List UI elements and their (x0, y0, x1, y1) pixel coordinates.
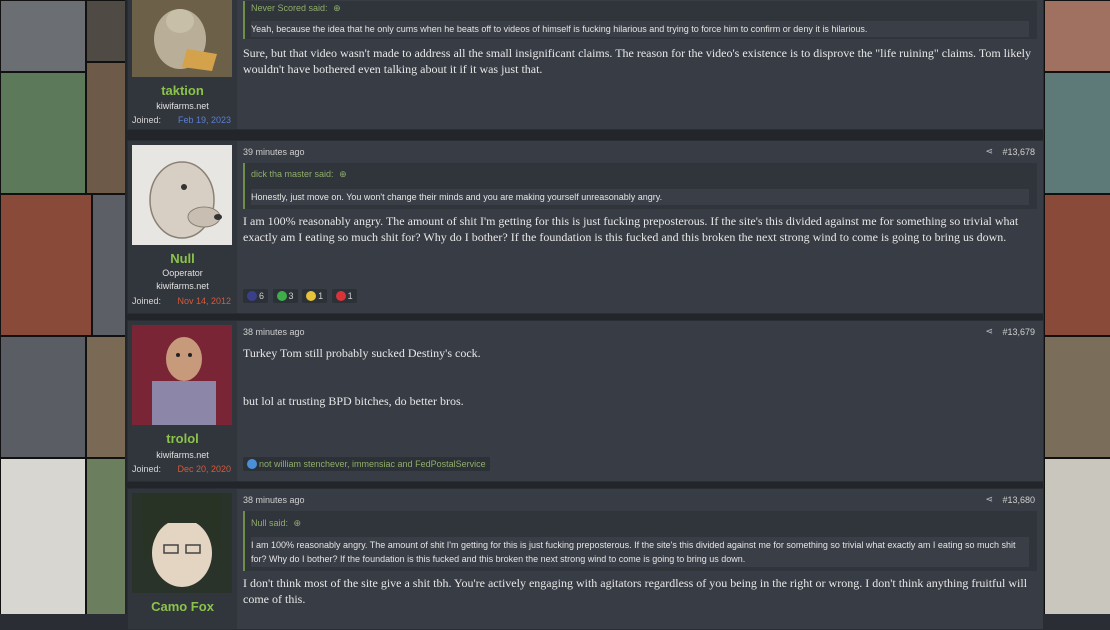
background-comic-right (1044, 0, 1110, 614)
post-number[interactable]: #13,680 (1002, 495, 1035, 505)
user-panel: Null Ooperator kiwifarms.net Joined: Nov… (128, 141, 237, 313)
reactions-bar[interactable]: not william stenchever, immensiac and Fe… (243, 457, 492, 471)
username[interactable]: trolol (128, 431, 237, 446)
post-taktion: taktion kiwifarms.net Joined: Feb 19, 20… (127, 0, 1044, 130)
quote-text: I am 100% reasonably angry. The amount o… (251, 537, 1029, 567)
user-site: kiwifarms.net (156, 101, 209, 111)
reaction-icon (276, 291, 287, 301)
reaction-users[interactable]: not william stenchever, immensiac and Fe… (259, 459, 486, 469)
username[interactable]: Camo Fox (128, 599, 237, 614)
post-body: I don't think most of the site give a sh… (243, 576, 1028, 606)
post-content: Never Scored said: ⊕ Yeah, because the i… (243, 0, 1037, 129)
reaction-chip[interactable]: not william stenchever, immensiac and Fe… (243, 457, 490, 471)
joined-label: Joined: (132, 115, 162, 125)
post-trolol: trolol kiwifarms.net Joined: Dec 20, 202… (127, 320, 1044, 482)
post-content: 38 minutes ago ⋖ #13,679 Turkey Tom stil… (243, 321, 1037, 481)
reaction-icon (247, 291, 257, 301)
joined-date: Nov 14, 2012 (177, 296, 231, 306)
quote-arrow-icon[interactable]: ⊕ (339, 169, 347, 179)
post-number[interactable]: #13,679 (1002, 327, 1035, 337)
username[interactable]: taktion (128, 83, 237, 98)
reaction-icon (247, 459, 257, 469)
avatar[interactable] (132, 0, 232, 77)
post-content: 38 minutes ago ⋖ #13,680 Null said: ⊕ I … (243, 489, 1037, 629)
avatar[interactable] (132, 493, 232, 593)
quote-text: Yeah, because the idea that he only cums… (251, 21, 1029, 37)
joined-label: Joined: (132, 296, 162, 306)
post-camo-fox: Camo Fox 38 minutes ago ⋖ #13,680 Null s… (127, 488, 1044, 630)
reaction-chip[interactable]: 1 (302, 289, 328, 303)
reaction-chip[interactable]: 1 (331, 289, 357, 303)
user-panel: taktion kiwifarms.net Joined: Feb 19, 20… (128, 0, 237, 129)
quote-text: Honestly, just move on. You won't change… (251, 189, 1029, 205)
quote-author-text: dick tha master said: (251, 169, 334, 179)
quote-author-text: Never Scored said: (251, 3, 328, 13)
quote-author[interactable]: Never Scored said: ⊕ (251, 3, 341, 14)
reaction-icon (306, 291, 317, 301)
background-comic-left (0, 0, 125, 614)
post-null: Null Ooperator kiwifarms.net Joined: Nov… (127, 140, 1044, 314)
thread-container: taktion kiwifarms.net Joined: Feb 19, 20… (125, 0, 1044, 630)
post-body-line: but lol at trusting BPD bitches, do bett… (243, 394, 464, 408)
quote-arrow-icon[interactable]: ⊕ (294, 518, 302, 528)
reactions-bar[interactable]: 6 3 1 1 (243, 289, 359, 303)
share-icon[interactable]: ⋖ (985, 146, 993, 157)
quote-author-text: Null said: (251, 518, 289, 528)
post-body: Sure, but that video wasn't made to addr… (243, 46, 1031, 76)
user-panel: Camo Fox (128, 489, 237, 629)
quote-block: Null said: ⊕ I am 100% reasonably angry.… (243, 511, 1037, 571)
share-icon[interactable]: ⋖ (985, 326, 993, 337)
post-content: 39 minutes ago ⋖ #13,678 dick tha master… (243, 141, 1037, 313)
quote-block: Never Scored said: ⊕ Yeah, because the i… (243, 1, 1037, 39)
joined-date: Dec 20, 2020 (177, 464, 231, 474)
quote-author[interactable]: dick tha master said: ⊕ (251, 169, 347, 180)
post-number[interactable]: #13,678 (1002, 147, 1035, 157)
post-time[interactable]: 38 minutes ago (243, 327, 305, 337)
quote-arrow-icon[interactable]: ⊕ (333, 3, 341, 13)
user-title: Ooperator (162, 268, 203, 278)
quote-block: dick tha master said: ⊕ Honestly, just m… (243, 163, 1037, 209)
post-body: I am 100% reasonably angry. The amount o… (243, 214, 1019, 244)
quote-author[interactable]: Null said: ⊕ (251, 518, 301, 529)
username[interactable]: Null (128, 251, 237, 266)
post-time[interactable]: 38 minutes ago (243, 495, 305, 505)
reaction-icon (335, 291, 346, 301)
user-site: kiwifarms.net (156, 450, 209, 460)
joined-label: Joined: (132, 464, 162, 474)
reaction-chip[interactable]: 6 (243, 289, 269, 303)
joined-date: Feb 19, 2023 (177, 115, 231, 125)
user-panel: trolol kiwifarms.net Joined: Dec 20, 202… (128, 321, 237, 481)
share-icon[interactable]: ⋖ (985, 494, 993, 505)
avatar[interactable] (132, 145, 232, 245)
avatar[interactable] (132, 325, 232, 425)
post-body-line: Turkey Tom still probably sucked Destiny… (243, 346, 481, 360)
user-site: kiwifarms.net (156, 281, 209, 291)
post-time[interactable]: 39 minutes ago (243, 147, 305, 157)
reaction-chip[interactable]: 3 (272, 289, 298, 303)
